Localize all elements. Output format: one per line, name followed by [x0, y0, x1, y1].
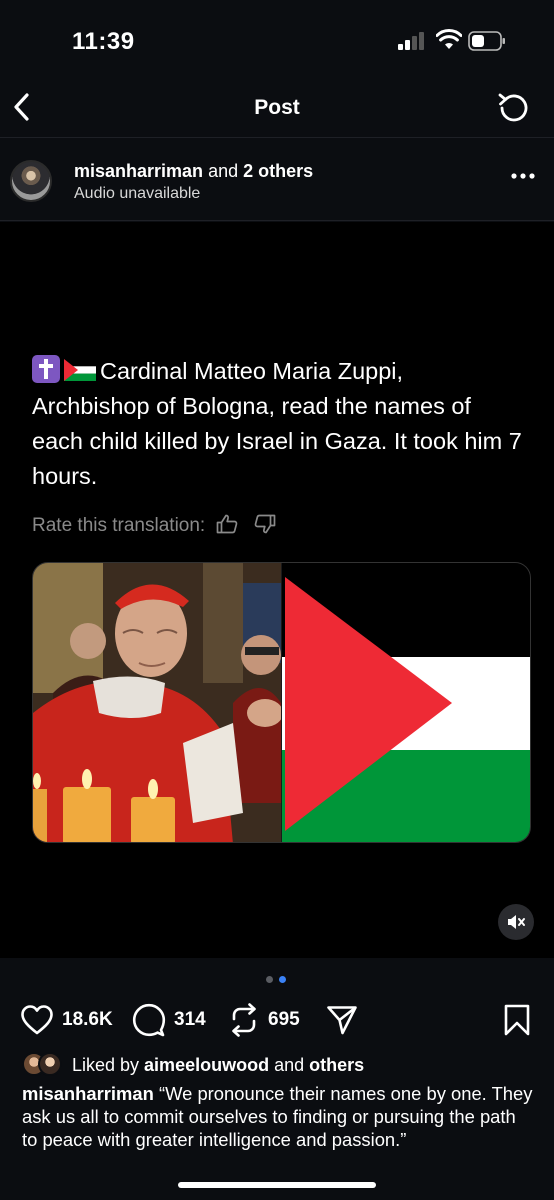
status-time: 11:39: [72, 28, 135, 55]
post-quote: Cardinal Matteo Maria Zuppi, Archbishop …: [32, 354, 522, 494]
carousel-dot-2-active: [279, 976, 286, 983]
avatar: [38, 1052, 62, 1076]
repost-icon: [232, 1003, 256, 1037]
comment-icon: [132, 1003, 166, 1037]
avatar[interactable]: [10, 160, 52, 202]
speaker-muted-icon: [508, 915, 525, 929]
refresh-icon[interactable]: [496, 90, 532, 126]
liked-by-user[interactable]: aimeelouwood: [144, 1055, 269, 1076]
status-bar: 11:39: [0, 0, 554, 80]
carousel-indicator: [266, 976, 290, 984]
palestine-flag-icon: [64, 359, 96, 381]
cardinal-photo: [33, 563, 281, 842]
audio-status: Audio unavailable: [74, 185, 201, 202]
caption-username[interactable]: misanharriman: [22, 1083, 154, 1104]
repost-count: 695: [268, 1009, 300, 1030]
like-count: 18.6K: [62, 1009, 113, 1030]
save-button[interactable]: [503, 1002, 531, 1038]
post-author-row: misanharriman and 2 others Audio unavail…: [0, 139, 554, 221]
author-others[interactable]: 2 others: [243, 161, 313, 181]
liked-by[interactable]: Liked by aimeelouwood and others: [22, 1052, 364, 1078]
author-username[interactable]: misanharriman: [74, 161, 203, 181]
author-line[interactable]: misanharriman and 2 others: [74, 161, 313, 182]
page-title: Post: [254, 96, 300, 119]
like-button[interactable]: 18.6K: [20, 1002, 113, 1038]
comment-count: 314: [174, 1009, 206, 1030]
mute-button[interactable]: [498, 904, 534, 940]
more-horizontal-icon[interactable]: [510, 170, 536, 182]
post-caption: misanharriman “We pronounce their names …: [22, 1082, 534, 1151]
thumbs-up-icon[interactable]: [216, 514, 238, 534]
heart-icon: [21, 1005, 53, 1035]
comment-button[interactable]: 314: [132, 1002, 206, 1038]
author-joiner: and: [203, 161, 244, 181]
carousel-dot-1: [266, 976, 273, 983]
liked-by-avatars: [22, 1052, 64, 1078]
signal-icon: [398, 32, 426, 50]
top-nav-bar: Post: [0, 80, 554, 138]
wifi-icon: [436, 29, 462, 49]
bookmark-icon: [504, 1004, 530, 1036]
liked-by-others[interactable]: others: [309, 1055, 364, 1076]
liked-by-joiner: and: [269, 1054, 310, 1075]
home-indicator: [178, 1182, 376, 1188]
share-button[interactable]: [326, 1002, 358, 1038]
thumbs-down-icon[interactable]: [254, 514, 276, 534]
battery-icon: [468, 31, 505, 51]
rate-translation-label: Rate this translation:: [32, 515, 206, 536]
post-photo[interactable]: [32, 562, 531, 843]
latin-cross-icon: [32, 355, 60, 383]
repost-button[interactable]: 695: [228, 1002, 300, 1038]
rate-translation: Rate this translation:: [32, 514, 276, 537]
post-actions: 18.6K 314 695: [0, 998, 554, 1042]
send-icon: [327, 1006, 357, 1035]
liked-by-prefix: Liked by: [72, 1054, 145, 1075]
palestine-flag-image: [282, 563, 530, 842]
post-media[interactable]: Cardinal Matteo Maria Zuppi, Archbishop …: [0, 222, 554, 958]
post-quote-text: Cardinal Matteo Maria Zuppi, Archbishop …: [32, 358, 522, 489]
